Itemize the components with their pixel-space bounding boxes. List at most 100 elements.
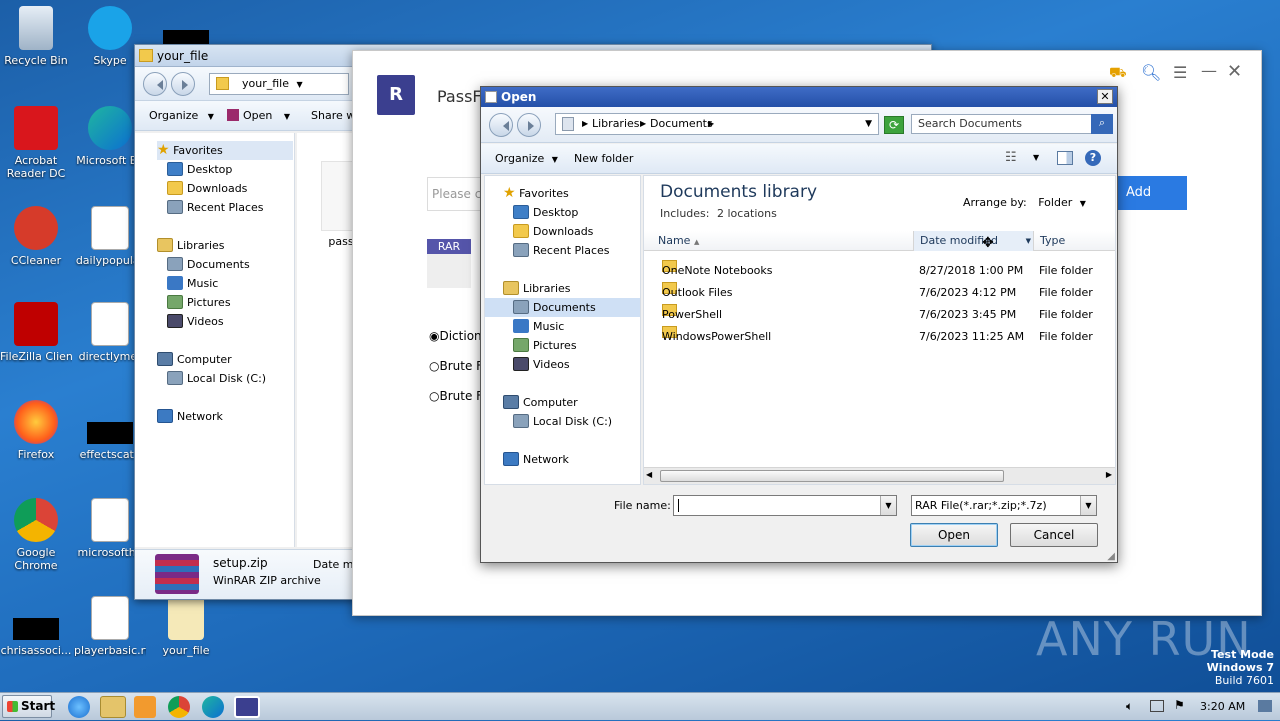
nav-documents[interactable]: Documents	[167, 255, 250, 274]
nav-documents[interactable]: Documents	[485, 298, 640, 317]
pictures-icon	[513, 338, 529, 352]
table-row[interactable]: Outlook Files 7/6/2023 4:12 PM File fold…	[644, 282, 1115, 304]
column-date[interactable]: Date modified ▼	[914, 231, 1034, 251]
back-button[interactable]	[489, 113, 513, 137]
ie-icon[interactable]	[68, 696, 90, 718]
nav-libraries[interactable]: Libraries	[503, 279, 571, 298]
chevron-down-icon[interactable]: ▼	[1033, 153, 1039, 162]
breadcrumb-documents[interactable]: Documents	[650, 114, 713, 134]
nav-pictures[interactable]: Pictures	[167, 293, 231, 312]
view-options-icon[interactable]: ☷	[1005, 150, 1017, 165]
clock[interactable]: 3:20 AM	[1200, 700, 1245, 713]
start-button[interactable]: Start	[2, 695, 55, 718]
address-field[interactable]: your_file ▼	[209, 73, 349, 95]
nav-music[interactable]: Music	[513, 317, 564, 336]
nav-favorites[interactable]: ★ Favorites	[157, 141, 293, 160]
nav-local-disk[interactable]: Local Disk (C:)	[513, 412, 612, 431]
nav-computer[interactable]: Computer	[503, 393, 578, 412]
includes-locations-link[interactable]: 2 locations	[717, 207, 777, 220]
search-icon[interactable]: ⌕	[1091, 114, 1113, 134]
open-dialog[interactable]: Open ✕ ▶ Libraries ▶ Documents ▶ ▼ ⟳ Sea…	[480, 86, 1118, 563]
edge-icon[interactable]	[202, 696, 224, 718]
filename-input[interactable]: ▼	[673, 495, 897, 516]
open-button[interactable]: Open ▼	[227, 109, 290, 122]
chevron-down-icon[interactable]: ▼	[865, 114, 872, 134]
organize-button[interactable]: Organize ▼	[149, 109, 214, 122]
desktop-icon-your-file[interactable]: your_file	[150, 596, 222, 657]
minimize-icon[interactable]: —	[1201, 61, 1217, 80]
chrome-icon[interactable]	[168, 696, 190, 718]
desktop-icon-filezilla[interactable]: FileZilla Client	[0, 302, 72, 363]
nav-recent[interactable]: Recent Places	[513, 241, 610, 260]
horizontal-scrollbar[interactable]: ◀ ▶	[644, 467, 1115, 484]
close-button[interactable]: ✕	[1097, 89, 1113, 104]
archive-path-input[interactable]: Please cli	[427, 177, 487, 211]
nav-local-disk[interactable]: Local Disk (C:)	[167, 369, 266, 388]
desktop-icon-firefox[interactable]: Firefox	[0, 400, 72, 461]
explorer-taskbar-icon[interactable]	[100, 696, 126, 718]
table-row[interactable]: WindowsPowerShell 7/6/2023 11:25 AM File…	[644, 326, 1115, 348]
add-button[interactable]: Add	[1117, 176, 1187, 210]
attack-option[interactable]: ○Brute F	[429, 389, 483, 403]
monitor-icon[interactable]	[1150, 700, 1164, 712]
nav-downloads[interactable]: Downloads	[513, 222, 593, 241]
nav-desktop[interactable]: Desktop	[513, 203, 578, 222]
nav-desktop[interactable]: Desktop	[167, 160, 232, 179]
help-icon[interactable]: ?	[1085, 150, 1101, 166]
nav-music[interactable]: Music	[167, 274, 218, 293]
desktop-icon-playerbasic[interactable]: playerbasic.rt	[74, 596, 146, 657]
forward-button[interactable]	[171, 72, 195, 96]
scrollbar-thumb[interactable]	[660, 470, 1004, 482]
cart-icon[interactable]: ⛟	[1109, 65, 1127, 83]
scroll-right-arrow[interactable]: ▶	[1106, 470, 1112, 479]
media-player-icon[interactable]	[134, 696, 156, 718]
open-button[interactable]: Open	[910, 523, 998, 547]
desktop-icon-chrome[interactable]: Google Chrome	[0, 498, 72, 572]
nav-computer[interactable]: Computer	[157, 350, 232, 369]
dialog-titlebar[interactable]: Open ✕	[481, 87, 1117, 107]
back-button[interactable]	[143, 72, 167, 96]
desktop-icon-recycle-bin[interactable]: Recycle Bin	[0, 6, 72, 67]
scroll-left-arrow[interactable]: ◀	[646, 470, 652, 479]
address-field[interactable]: ▶ Libraries ▶ Documents ▶ ▼	[555, 113, 879, 135]
desktop-icon-acrobat[interactable]: Acrobat Reader DC	[0, 106, 72, 180]
desktop-icon-ccleaner[interactable]: CCleaner	[0, 206, 72, 267]
passfab-taskbar-icon[interactable]	[234, 696, 260, 718]
cancel-button[interactable]: Cancel	[1010, 523, 1098, 547]
preview-pane-icon[interactable]	[1057, 151, 1073, 165]
nav-recent[interactable]: Recent Places	[167, 198, 264, 217]
table-row[interactable]: OneNote Notebooks 8/27/2018 1:00 PM File…	[644, 260, 1115, 282]
volume-icon[interactable]: 🔈︎	[1126, 699, 1133, 714]
key-icon[interactable]: 🔍︎	[1141, 63, 1161, 82]
table-row[interactable]: PowerShell 7/6/2023 3:45 PM File folder	[644, 304, 1115, 326]
nav-network[interactable]: Network	[157, 407, 223, 426]
chevron-down-icon[interactable]: ▼	[1026, 231, 1031, 251]
breadcrumb-libraries[interactable]: Libraries	[592, 114, 640, 134]
chevron-down-icon[interactable]: ▼	[880, 496, 896, 515]
nav-videos[interactable]: Videos	[513, 355, 570, 374]
desktop-icon-chrisassoci[interactable]: chrisassoci...	[0, 596, 72, 657]
attack-option[interactable]: ○Brute F	[429, 359, 483, 373]
refresh-icon[interactable]: ⟳	[884, 116, 904, 134]
resize-grip-icon[interactable]: ◢	[1107, 551, 1115, 562]
search-input[interactable]: Search Documents ⌕	[911, 114, 1113, 134]
recent-places-icon	[513, 243, 529, 257]
nav-libraries[interactable]: Libraries	[157, 236, 225, 255]
nav-downloads[interactable]: Downloads	[167, 179, 247, 198]
show-desktop-icon[interactable]	[1258, 700, 1272, 712]
attack-option[interactable]: ◉Diction	[429, 329, 482, 343]
flag-icon[interactable]: ⚑	[1174, 698, 1185, 712]
nav-favorites[interactable]: ★ Favorites	[503, 184, 569, 203]
nav-pictures[interactable]: Pictures	[513, 336, 577, 355]
column-name[interactable]: Name ▲	[652, 231, 914, 251]
forward-button[interactable]	[517, 113, 541, 137]
new-folder-button[interactable]: New folder	[574, 152, 633, 165]
column-type[interactable]: Type	[1034, 231, 1115, 251]
close-icon[interactable]: ✕	[1227, 61, 1242, 82]
file-type-filter[interactable]: RAR File(*.rar;*.zip;*.7z) ▼	[911, 495, 1097, 516]
menu-icon[interactable]: ☰	[1173, 63, 1187, 82]
organize-button[interactable]: Organize ▼	[495, 152, 558, 165]
arrange-dropdown[interactable]: Folder ▼	[1038, 196, 1086, 209]
nav-videos[interactable]: Videos	[167, 312, 224, 331]
nav-network[interactable]: Network	[503, 450, 569, 469]
